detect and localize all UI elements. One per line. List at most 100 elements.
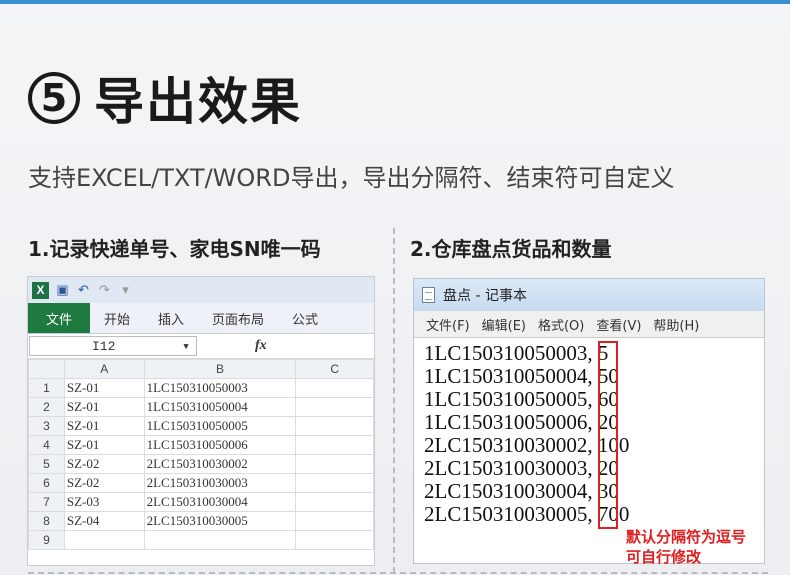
undo-icon[interactable]: ↶ — [76, 282, 91, 298]
text-line: 2LC150310030002, 100 — [424, 433, 630, 457]
cell-a[interactable]: SZ-01 — [63, 416, 145, 436]
ribbon-tabs: 文件 开始 插入 页面布局 公式 — [28, 303, 374, 334]
notepad-title: 盘点 - 记事本 — [443, 288, 527, 304]
cell-b[interactable]: 1LC150310050005 — [143, 416, 297, 436]
table-row: 1 SZ-01 1LC150310050003 — [28, 378, 374, 398]
cell-c[interactable] — [295, 416, 374, 436]
cell-a[interactable]: SZ-02 — [63, 473, 145, 493]
cell-b[interactable]: 2LC150310030003 — [143, 473, 297, 493]
row-header[interactable]: 7 — [28, 492, 65, 512]
separator-highlight-box — [598, 341, 618, 529]
quick-access-toolbar: X ▣ ↶ ↷ ▾ — [28, 277, 374, 303]
column-header-a[interactable]: A — [63, 359, 145, 379]
annotation-line-2: 可自行修改 — [626, 548, 702, 566]
tab-home[interactable]: 开始 — [90, 303, 144, 333]
cell-c[interactable] — [295, 511, 374, 531]
table-row: 6 SZ-02 2LC150310030003 — [28, 473, 374, 493]
table-row: 2 SZ-01 1LC150310050004 — [28, 397, 374, 417]
notepad-menubar: 文件(F) 编辑(E) 格式(O) 查看(V) 帮助(H) — [414, 311, 764, 338]
customize-toolbar-icon[interactable]: ▾ — [118, 282, 133, 298]
cell-b[interactable] — [143, 530, 297, 550]
row-header[interactable]: 6 — [28, 473, 65, 493]
row-header[interactable]: 8 — [28, 511, 65, 531]
page-subtitle: 支持EXCEL/TXT/WORD导出，导出分隔符、结束符可自定义 — [28, 164, 675, 192]
text-line: 1LC150310050004, 50 — [424, 364, 619, 388]
tab-file[interactable]: 文件 — [28, 303, 90, 333]
redo-icon[interactable]: ↷ — [97, 282, 112, 298]
table-row: 9 — [28, 530, 374, 550]
name-box[interactable]: I12 ▾ — [29, 336, 197, 356]
cell-a[interactable]: SZ-04 — [63, 511, 145, 531]
cell-b[interactable]: 1LC150310050006 — [143, 435, 297, 455]
function-icon[interactable]: fx — [255, 338, 267, 354]
notepad-window: 盘点 - 记事本 文件(F) 编辑(E) 格式(O) 查看(V) 帮助(H) 1… — [414, 279, 764, 563]
top-accent-bar — [0, 0, 790, 4]
row-header[interactable]: 4 — [28, 435, 65, 455]
text-line: 1LC150310050005, 60 — [424, 387, 619, 411]
cell-a[interactable] — [63, 530, 145, 550]
page-title: 导出效果 — [94, 73, 302, 131]
menu-view[interactable]: 查看(V) — [596, 315, 641, 334]
table-row: 3 SZ-01 1LC150310050005 — [28, 416, 374, 436]
table-row: 7 SZ-03 2LC150310030004 — [28, 492, 374, 512]
cell-a[interactable]: SZ-01 — [63, 378, 145, 398]
cell-b[interactable]: 2LC150310030004 — [143, 492, 297, 512]
notepad-section-label: 2.仓库盘点货品和数量 — [410, 237, 612, 261]
text-line: 1LC150310050003, 5 — [424, 341, 609, 365]
cell-c[interactable] — [295, 473, 374, 493]
row-header[interactable]: 2 — [28, 397, 65, 417]
cell-c[interactable] — [295, 378, 374, 398]
row-header[interactable]: 3 — [28, 416, 65, 436]
annotation-line-1: 默认分隔符为逗号 — [626, 528, 747, 546]
excel-window: X ▣ ↶ ↷ ▾ 文件 开始 插入 页面布局 公式 I12 ▾ fx A B … — [28, 277, 374, 565]
save-icon[interactable]: ▣ — [55, 282, 70, 298]
cell-b[interactable]: 1LC150310050004 — [143, 397, 297, 417]
tab-page-layout[interactable]: 页面布局 — [198, 303, 278, 333]
cell-b[interactable]: 2LC150310030005 — [143, 511, 297, 531]
text-line: 2LC150310030003, 20 — [424, 456, 619, 480]
table-row: 8 SZ-04 2LC150310030005 — [28, 511, 374, 531]
row-header[interactable]: 1 — [28, 378, 65, 398]
notepad-text-area[interactable]: 1LC150310050003, 5 1LC150310050004, 50 1… — [414, 338, 764, 526]
cell-a[interactable]: SZ-01 — [63, 397, 145, 417]
bottom-divider — [28, 572, 768, 574]
column-header-c[interactable]: C — [295, 359, 374, 379]
name-box-value: I12 — [92, 338, 116, 354]
cell-c[interactable] — [295, 435, 374, 455]
cell-c[interactable] — [295, 454, 374, 474]
text-line: 2LC150310030004, 30 — [424, 479, 619, 503]
select-all-corner[interactable] — [28, 359, 65, 379]
cell-a[interactable]: SZ-01 — [63, 435, 145, 455]
row-header[interactable]: 9 — [28, 530, 65, 550]
text-line: 1LC150310050006, 20 — [424, 410, 619, 434]
tab-formulas[interactable]: 公式 — [278, 303, 332, 333]
menu-file[interactable]: 文件(F) — [426, 315, 470, 334]
table-row: 5 SZ-02 2LC150310030002 — [28, 454, 374, 474]
vertical-divider — [393, 228, 395, 573]
cell-a[interactable]: SZ-02 — [63, 454, 145, 474]
step-number-badge: 5 — [28, 72, 80, 124]
section-heading: 5 导出效果 — [28, 62, 302, 134]
cell-a[interactable]: SZ-03 — [63, 492, 145, 512]
notepad-icon — [422, 287, 435, 303]
cell-c[interactable] — [295, 397, 374, 417]
tab-insert[interactable]: 插入 — [144, 303, 198, 333]
separator-annotation: 默认分隔符为逗号 可自行修改 — [626, 527, 746, 567]
menu-help[interactable]: 帮助(H) — [653, 315, 699, 334]
text-line: 2LC150310030005, 700 — [424, 502, 630, 526]
menu-edit[interactable]: 编辑(E) — [482, 315, 526, 334]
excel-logo-icon: X — [32, 281, 49, 299]
table-row: 4 SZ-01 1LC150310050006 — [28, 435, 374, 455]
cell-c[interactable] — [295, 530, 374, 550]
cell-b[interactable]: 1LC150310050003 — [143, 378, 297, 398]
spreadsheet-grid: A B C 1 SZ-01 1LC150310050003 2 SZ-01 1L… — [28, 359, 374, 550]
row-header[interactable]: 5 — [28, 454, 65, 474]
excel-section-label: 1.记录快递单号、家电SN唯一码 — [28, 237, 321, 261]
chevron-down-icon[interactable]: ▾ — [182, 339, 190, 354]
formula-bar: I12 ▾ fx — [28, 334, 374, 359]
menu-format[interactable]: 格式(O) — [538, 315, 584, 334]
notepad-titlebar: 盘点 - 记事本 — [414, 279, 764, 311]
column-header-b[interactable]: B — [143, 359, 297, 379]
cell-c[interactable] — [295, 492, 374, 512]
cell-b[interactable]: 2LC150310030002 — [143, 454, 297, 474]
